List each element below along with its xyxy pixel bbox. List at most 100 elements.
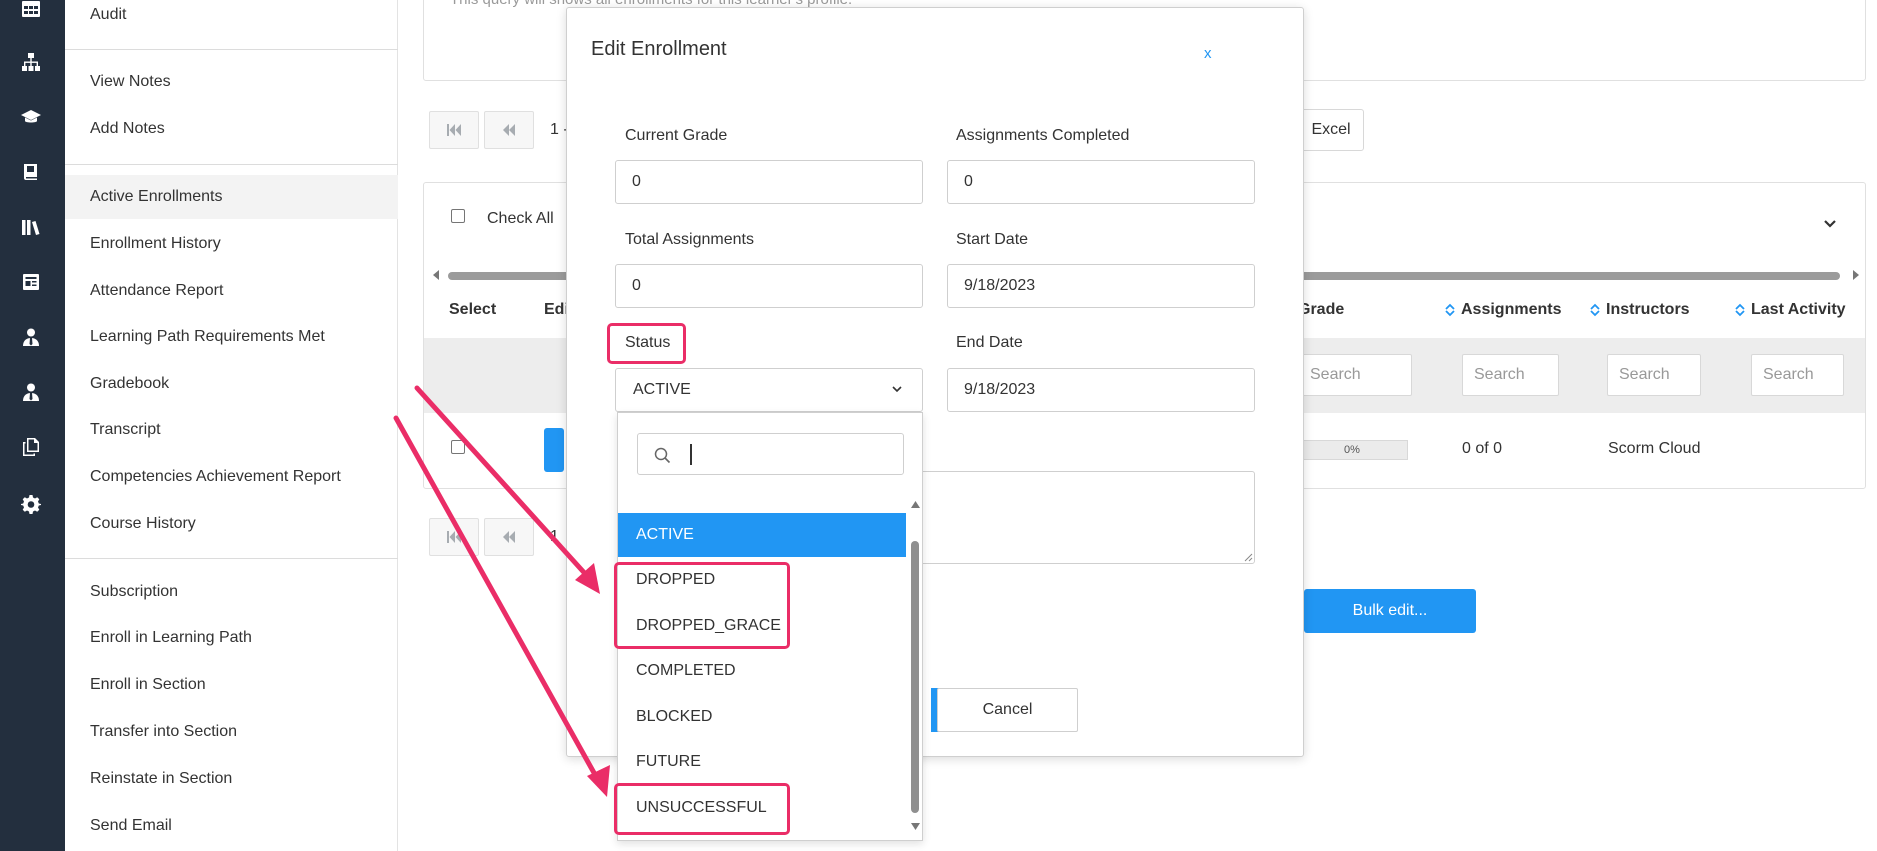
table-icon[interactable] — [20, 0, 42, 20]
check-all-checkbox[interactable] — [451, 209, 465, 223]
instructors-search-input[interactable]: Search — [1607, 354, 1701, 396]
scroll-up-icon[interactable] — [911, 501, 920, 508]
icon-rail — [0, 0, 65, 851]
dropdown-search-input[interactable] — [637, 433, 904, 475]
sitemap-icon[interactable] — [20, 51, 42, 73]
chevron-down-icon[interactable] — [1823, 217, 1837, 231]
status-option-blocked[interactable]: BLOCKED — [618, 695, 906, 739]
end-date-field[interactable]: 9/18/2023 — [947, 368, 1255, 412]
row-edit-button[interactable] — [544, 428, 564, 472]
sidebar-item-view-notes[interactable]: View Notes — [65, 60, 398, 104]
status-selected-value: ACTIVE — [633, 381, 691, 398]
total-assignments-field[interactable]: 0 — [615, 264, 923, 308]
sidebar-item-enroll-in-section[interactable]: Enroll in Section — [65, 663, 398, 707]
sidebar-item-competencies-achievement-report[interactable]: Competencies Achievement Report — [65, 455, 398, 499]
app-root: Audit View Notes Add Notes Active Enroll… — [0, 0, 1877, 851]
rewind-icon — [503, 124, 515, 136]
column-header-grade[interactable]: Grade — [1298, 301, 1344, 319]
column-header-assignments-label: Assignments — [1461, 301, 1562, 318]
assignments-search-input[interactable]: Search — [1462, 354, 1559, 396]
status-highlight-box — [607, 323, 686, 364]
first-page-icon — [447, 124, 461, 136]
sidebar-item-reinstate-in-section[interactable]: Reinstate in Section — [65, 757, 398, 801]
sidebar-item-send-email[interactable]: Send Email — [65, 804, 398, 848]
sort-icon — [1445, 303, 1455, 317]
user-tie-icon[interactable] — [20, 381, 42, 403]
progress-bar: 0% — [1296, 440, 1408, 460]
sidebar-item-attendance-report[interactable]: Attendance Report — [65, 269, 398, 313]
copy-icon[interactable] — [20, 436, 42, 458]
prev-page-button[interactable] — [484, 518, 534, 556]
row-select-checkbox[interactable] — [451, 440, 465, 454]
user-tie-icon[interactable] — [20, 326, 42, 348]
status-option-active[interactable]: ACTIVE — [618, 513, 906, 557]
book-icon[interactable] — [20, 161, 42, 183]
start-date-field[interactable]: 9/18/2023 — [947, 264, 1255, 308]
check-all-label: Check All — [487, 210, 554, 227]
sidebar: Audit View Notes Add Notes Active Enroll… — [65, 0, 398, 851]
close-button[interactable]: x — [1204, 45, 1212, 62]
current-grade-label: Current Grade — [625, 127, 728, 144]
row-instructor: Scorm Cloud — [1608, 440, 1701, 457]
column-header-select: Select — [449, 301, 497, 318]
newspaper-icon[interactable] — [20, 271, 42, 293]
search-icon — [654, 447, 671, 464]
rewind-icon — [503, 531, 515, 543]
last-activity-search-input[interactable]: Search — [1751, 354, 1844, 396]
column-header-instructors[interactable]: Instructors — [1590, 301, 1690, 319]
sidebar-divider — [65, 49, 398, 50]
first-page-icon — [447, 531, 461, 543]
dropped-options-highlight-box — [614, 562, 790, 649]
end-date-label: End Date — [956, 334, 1023, 351]
sidebar-item-learning-path-requirements-met[interactable]: Learning Path Requirements Met — [65, 315, 398, 359]
assignments-completed-field[interactable]: 0 — [947, 160, 1255, 204]
column-header-assignments[interactable]: Assignments — [1445, 301, 1561, 319]
row-assignments: 0 of 0 — [1462, 440, 1503, 457]
sidebar-item-enrollment-history[interactable]: Enrollment History — [65, 222, 398, 266]
library-icon[interactable] — [20, 216, 42, 238]
sidebar-item-audit[interactable]: Audit — [65, 0, 398, 37]
resize-handle-icon[interactable] — [1244, 553, 1253, 562]
graduation-cap-icon[interactable] — [20, 106, 42, 128]
sidebar-item-gradebook[interactable]: Gradebook — [65, 362, 398, 406]
first-page-button[interactable] — [429, 518, 479, 556]
cancel-button[interactable]: Cancel — [937, 688, 1078, 732]
sidebar-divider — [65, 164, 398, 165]
chevron-down-icon — [892, 386, 902, 393]
status-select[interactable]: ACTIVE — [615, 368, 923, 412]
scroll-down-icon[interactable] — [911, 823, 920, 830]
sidebar-item-transcript[interactable]: Transcript — [65, 408, 398, 452]
current-grade-field[interactable]: 0 — [615, 160, 923, 204]
scroll-left-icon[interactable] — [432, 270, 440, 280]
excel-export-button[interactable]: Excel — [1298, 109, 1364, 151]
pager-info: 1 — [550, 528, 559, 545]
modal-title: Edit Enrollment — [591, 38, 727, 60]
column-header-grade-label: Grade — [1298, 301, 1345, 318]
progress-label: 0% — [1344, 444, 1360, 456]
text-cursor — [690, 444, 692, 465]
unsuccessful-highlight-box — [614, 783, 790, 835]
sidebar-item-course-history[interactable]: Course History — [65, 502, 398, 546]
sidebar-item-transfer-into-section[interactable]: Transfer into Section — [65, 710, 398, 754]
dropdown-scrollbar[interactable] — [911, 541, 919, 813]
sidebar-divider — [65, 558, 398, 559]
total-assignments-label: Total Assignments — [625, 231, 754, 248]
sidebar-item-add-notes[interactable]: Add Notes — [65, 107, 398, 151]
column-header-last-activity[interactable]: Last Activity — [1735, 301, 1846, 319]
grade-search-input[interactable]: Search — [1298, 354, 1412, 396]
sort-icon — [1590, 303, 1600, 317]
sidebar-item-enroll-in-learning-path[interactable]: Enroll in Learning Path — [65, 616, 398, 660]
sidebar-item-subscription[interactable]: Subscription — [65, 570, 398, 614]
prev-page-button[interactable] — [484, 111, 534, 149]
status-option-completed[interactable]: COMPLETED — [618, 649, 906, 693]
start-date-label: Start Date — [956, 231, 1029, 248]
status-option-future[interactable]: FUTURE — [618, 740, 906, 784]
column-header-instructors-label: Instructors — [1606, 301, 1690, 318]
gear-icon[interactable] — [20, 493, 42, 515]
first-page-button[interactable] — [429, 111, 479, 149]
assignments-completed-label: Assignments Completed — [956, 127, 1130, 144]
notes-textarea[interactable] — [867, 471, 1255, 564]
bulk-edit-button[interactable]: Bulk edit... — [1304, 589, 1476, 633]
sidebar-item-active-enrollments[interactable]: Active Enrollments — [65, 175, 398, 219]
scroll-right-icon[interactable] — [1852, 270, 1860, 280]
